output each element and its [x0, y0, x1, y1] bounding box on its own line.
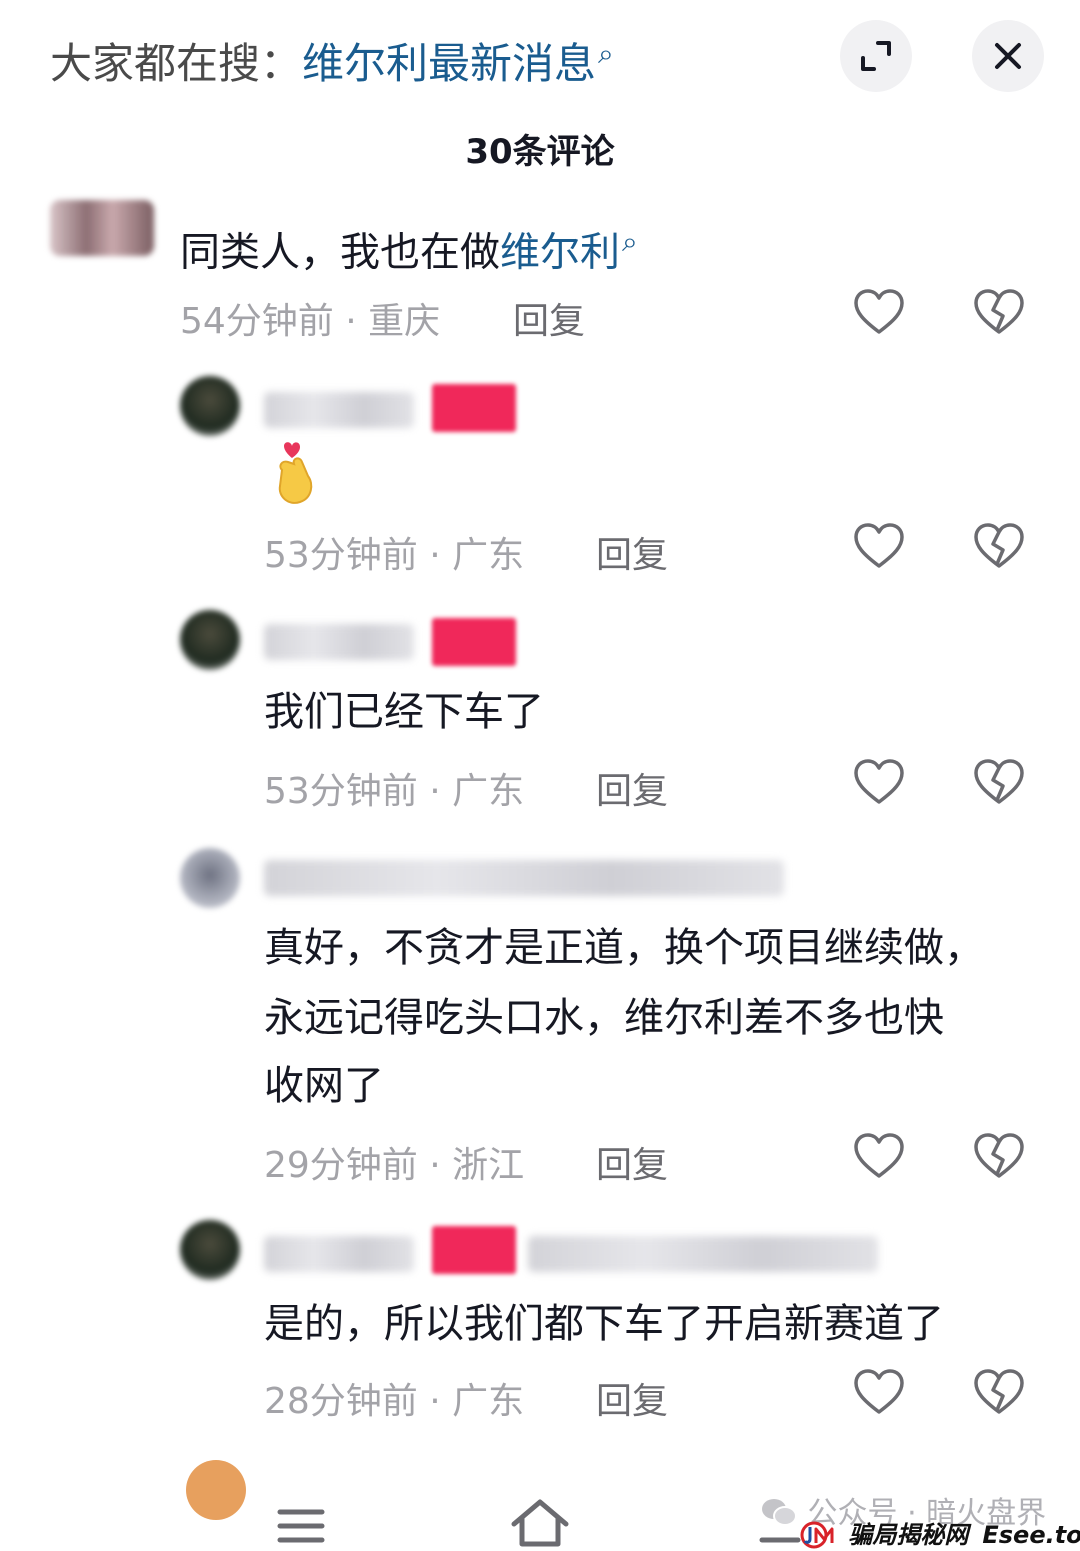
- comment-text: 是的，所以我们都下车了开启新赛道了: [264, 1301, 944, 1347]
- username-blurred: [264, 392, 414, 428]
- broken-heart-icon[interactable]: [973, 288, 1025, 336]
- avatar[interactable]: [180, 848, 240, 908]
- search-icon: ⌕: [622, 225, 638, 258]
- comment-text-plain: 同类人，我也在做: [180, 229, 500, 276]
- top-bar: 大家都在搜：维尔利最新消息⌕: [0, 0, 1080, 120]
- jm-logo-icon: [800, 1521, 834, 1549]
- comment-time: 53分钟前: [264, 771, 418, 812]
- reply-button[interactable]: 回复: [596, 762, 668, 814]
- search-keyword-link[interactable]: 维尔利最新消息: [302, 39, 596, 88]
- wechat-icon: [762, 1499, 797, 1526]
- author-badge: [432, 1226, 516, 1274]
- reply-button[interactable]: 回复: [596, 1372, 668, 1424]
- comment-count: 30条评论: [465, 132, 615, 172]
- comment-meta: 54分钟前 · 重庆: [180, 292, 440, 344]
- heart-outline-icon[interactable]: [853, 522, 905, 570]
- watermark-url: Esee.top: [982, 1521, 1080, 1549]
- author-badge: [432, 618, 516, 666]
- comment-location: 广东: [452, 771, 525, 812]
- comment-text-line-3: 收网了: [264, 1063, 384, 1109]
- heart-outline-icon[interactable]: [853, 288, 905, 336]
- heart-outline-icon[interactable]: [853, 1132, 905, 1180]
- comment-meta: 29分钟前 · 浙江: [264, 1136, 524, 1188]
- comment-time: 53分钟前: [264, 535, 418, 576]
- meta-separator: ·: [417, 771, 453, 812]
- comment-time: 28分钟前: [264, 1381, 418, 1422]
- comment-text: 我们已经下车了: [264, 689, 544, 735]
- comment-meta: 53分钟前 · 广东: [264, 762, 524, 814]
- close-button[interactable]: [972, 20, 1044, 92]
- expand-icon: [861, 41, 891, 71]
- search-prefix: 大家都在搜：: [50, 39, 303, 88]
- comment-time: 29分钟前: [264, 1145, 418, 1186]
- heart-outline-icon[interactable]: [853, 1368, 905, 1416]
- comment-time: 54分钟前: [180, 301, 334, 342]
- search-suggestion[interactable]: 大家都在搜：维尔利最新消息⌕: [50, 30, 614, 91]
- search-icon: ⌕: [598, 37, 614, 70]
- comment-location: 重庆: [368, 301, 441, 342]
- avatar[interactable]: [180, 1220, 240, 1280]
- username-blurred: [264, 860, 784, 896]
- comment-meta: 28分钟前 · 广东: [264, 1372, 524, 1424]
- broken-heart-icon[interactable]: [973, 1368, 1025, 1416]
- comment-location: 广东: [452, 1381, 525, 1422]
- username-blurred: [528, 1236, 878, 1272]
- watermark-brand: 骗局揭秘网: [848, 1521, 969, 1549]
- broken-heart-icon[interactable]: [973, 1132, 1025, 1180]
- reply-button[interactable]: 回复: [596, 1136, 668, 1188]
- meta-separator: ·: [417, 535, 453, 576]
- author-badge: [432, 384, 516, 432]
- comment-meta: 53分钟前 · 广东: [264, 526, 524, 578]
- reply-button[interactable]: 回复: [513, 292, 585, 344]
- comment-text-line-1: 真好，不贪才是正道，换个项目继续做，: [264, 925, 984, 971]
- home-icon[interactable]: [508, 1496, 572, 1550]
- comment-location: 浙江: [452, 1145, 525, 1186]
- watermark-site: 骗局揭秘网 Esee.top: [800, 1515, 1080, 1550]
- comment-location: 广东: [452, 535, 525, 576]
- avatar[interactable]: [50, 200, 154, 256]
- username-blurred: [264, 624, 414, 660]
- meta-separator: ·: [417, 1145, 453, 1186]
- broken-heart-icon[interactable]: [973, 758, 1025, 806]
- comment-keyword-link[interactable]: 维尔利: [500, 229, 620, 275]
- broken-heart-icon[interactable]: [973, 522, 1025, 570]
- heart-outline-icon[interactable]: [853, 758, 905, 806]
- reply-button[interactable]: 回复: [596, 526, 668, 578]
- avatar[interactable]: [180, 376, 240, 436]
- username-blurred: [264, 1236, 414, 1272]
- comment-text-line-2: 永远记得吃头口水，维尔利差不多也快: [264, 995, 944, 1041]
- meta-separator: ·: [417, 1381, 453, 1422]
- finger-heart-emoji: [278, 442, 313, 504]
- avatar[interactable]: [180, 610, 240, 670]
- menu-icon[interactable]: [276, 1506, 326, 1546]
- expand-button[interactable]: [840, 20, 912, 92]
- comment-text: 同类人，我也在做维尔利⌕: [180, 208, 638, 286]
- close-icon: [995, 43, 1021, 69]
- meta-separator: ·: [333, 301, 369, 342]
